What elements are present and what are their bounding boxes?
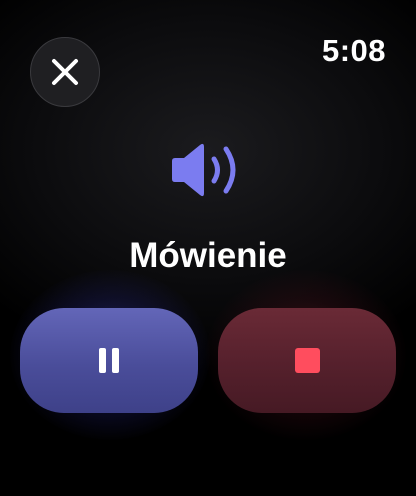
speaker-wave-icon	[168, 140, 248, 200]
status-label: Mówienie	[129, 236, 287, 275]
close-button[interactable]	[30, 37, 100, 107]
stop-icon	[294, 348, 320, 373]
watch-screen: 5:08 Mówienie	[0, 0, 416, 496]
pause-icon	[99, 348, 119, 373]
close-icon	[52, 59, 78, 85]
clock: 5:08	[321, 33, 386, 68]
pause-button[interactable]	[20, 308, 198, 413]
stop-button[interactable]	[218, 308, 396, 413]
